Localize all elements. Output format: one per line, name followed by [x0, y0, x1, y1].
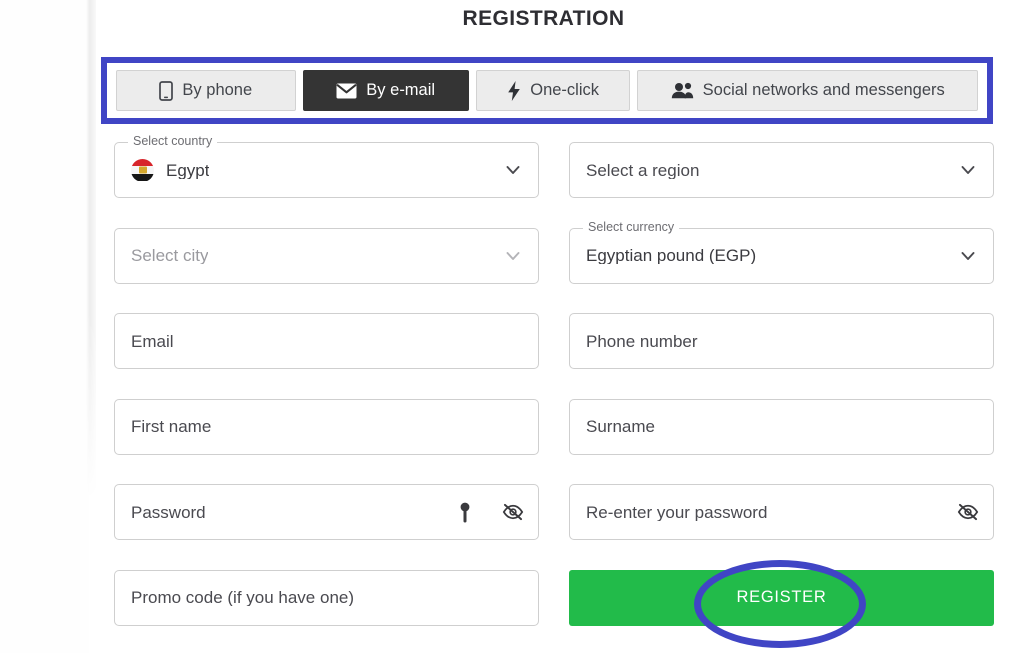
tab-by-phone-label: By phone — [182, 81, 253, 99]
field-cell-phone: Phone number — [569, 313, 994, 369]
tab-by-email-label: By e-mail — [366, 81, 436, 99]
tab-by-email[interactable]: By e-mail — [302, 70, 469, 111]
register-button[interactable]: REGISTER — [569, 569, 994, 626]
select-currency[interactable]: Select currency Egyptian pound (EGP) — [569, 220, 994, 284]
field-cell-promo-code: Promo code (if you have one) — [114, 569, 539, 626]
password-repeat-field[interactable]: Re-enter your password — [569, 484, 994, 540]
select-country-legend: Select country — [128, 135, 218, 148]
registration-panel: REGISTRATION By phone By e-mail One-clic… — [96, 0, 1024, 653]
chevron-down-icon — [503, 160, 523, 180]
eye-slash-icon[interactable] — [957, 501, 979, 523]
eye-slash-icon[interactable] — [502, 501, 524, 523]
registration-method-tabs: By phone By e-mail One-click Social netw… — [107, 63, 987, 118]
promo-code-field[interactable]: Promo code (if you have one) — [114, 569, 539, 626]
tab-one-click[interactable]: One-click — [475, 70, 631, 111]
select-city-value: Select city — [131, 247, 209, 264]
page-left-gutter — [0, 0, 89, 653]
tab-social-networks-label: Social networks and messengers — [702, 81, 945, 99]
phone-number-field-placeholder: Phone number — [586, 332, 698, 350]
password-field-icons — [454, 501, 524, 523]
first-name-field-placeholder: First name — [131, 418, 212, 435]
form-row-country-region: Select country Egypt Select a region — [114, 135, 994, 198]
password-field-placeholder: Password — [131, 503, 206, 521]
select-currency-legend: Select currency — [583, 220, 680, 233]
form-row-passwords: Password Re-enter your password — [114, 484, 994, 540]
tab-by-phone[interactable]: By phone — [116, 70, 296, 111]
page-title: REGISTRATION — [462, 7, 625, 30]
registration-method-tabs-annotation: By phone By e-mail One-click Social netw… — [101, 57, 993, 124]
select-currency-value: Egyptian pound (EGP) — [586, 247, 757, 264]
form-row-promo-submit: Promo code (if you have one) REGISTER — [114, 569, 994, 626]
select-city[interactable]: Select city — [114, 227, 539, 284]
email-field[interactable]: Email — [114, 313, 539, 369]
form-row-city-currency: Select city Select currency Egyptian pou… — [114, 220, 994, 284]
tab-social-networks[interactable]: Social networks and messengers — [637, 70, 978, 111]
surname-field-placeholder: Surname — [586, 418, 655, 435]
registration-page: REGISTRATION By phone By e-mail One-clic… — [0, 0, 1024, 653]
select-country-value: Egypt — [166, 161, 210, 179]
field-cell-region: Select a region — [569, 142, 994, 198]
chevron-down-icon — [958, 160, 978, 180]
lightning-bolt-icon — [507, 80, 521, 101]
field-cell-currency: Select currency Egyptian pound (EGP) — [569, 220, 994, 284]
field-cell-city: Select city — [114, 227, 539, 284]
egypt-flag-icon — [131, 158, 154, 182]
password-field[interactable]: Password — [114, 484, 539, 540]
envelope-icon — [336, 83, 357, 99]
phone-number-field[interactable]: Phone number — [569, 313, 994, 369]
people-group-icon — [671, 82, 694, 99]
field-cell-submit: REGISTER — [569, 569, 994, 626]
field-cell-password-repeat: Re-enter your password — [569, 484, 994, 540]
form-row-names: First name Surname — [114, 398, 994, 455]
phone-icon — [159, 80, 174, 101]
tab-one-click-label: One-click — [530, 81, 599, 99]
select-region[interactable]: Select a region — [569, 142, 994, 198]
registration-form: Select country Egypt Select a region Sel… — [114, 135, 994, 653]
field-cell-country: Select country Egypt — [114, 135, 539, 198]
field-cell-email: Email — [114, 313, 539, 369]
select-country[interactable]: Select country Egypt — [114, 135, 539, 198]
key-icon[interactable] — [454, 501, 476, 523]
email-field-placeholder: Email — [131, 332, 174, 350]
field-cell-password: Password — [114, 484, 539, 540]
field-cell-surname: Surname — [569, 398, 994, 455]
chevron-down-icon — [958, 246, 978, 266]
promo-code-field-placeholder: Promo code (if you have one) — [131, 589, 355, 606]
first-name-field[interactable]: First name — [114, 398, 539, 455]
password-repeat-field-placeholder: Re-enter your password — [586, 503, 768, 521]
select-region-value: Select a region — [586, 161, 700, 179]
surname-field[interactable]: Surname — [569, 398, 994, 455]
password-repeat-field-icons — [957, 501, 979, 523]
chevron-down-icon — [503, 246, 523, 266]
field-cell-first-name: First name — [114, 398, 539, 455]
form-row-email-phone: Email Phone number — [114, 313, 994, 369]
